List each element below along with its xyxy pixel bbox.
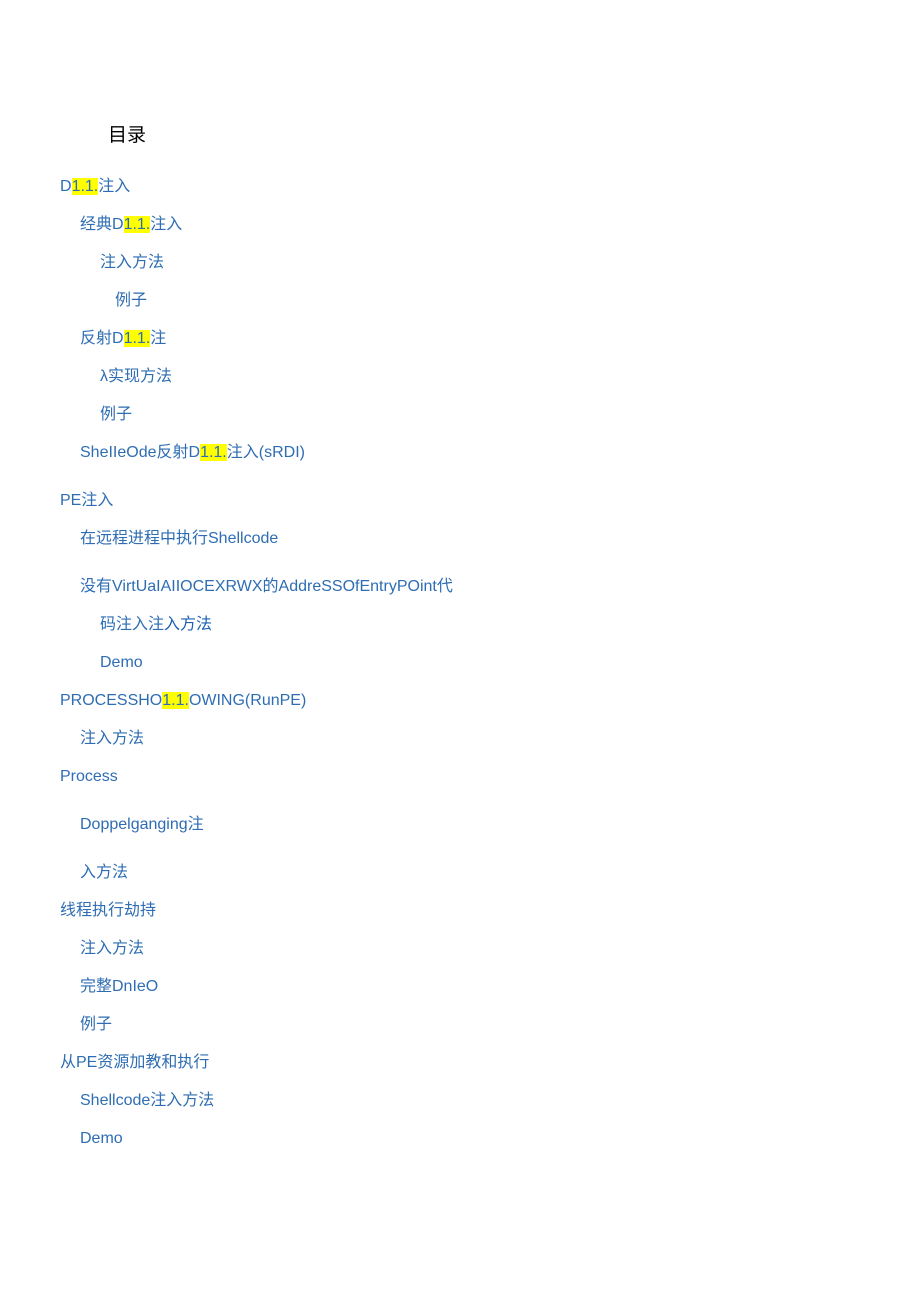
toc-item-demo[interactable]: Demo — [80, 1127, 920, 1151]
toc-item-example[interactable]: 例子 — [115, 289, 920, 313]
highlight-text: 1.1. — [124, 330, 151, 347]
toc-link-text: OWING(RunPE) — [189, 692, 306, 709]
toc-link-text: 注入 — [98, 178, 130, 195]
highlight-text: 1.1. — [200, 444, 227, 461]
toc-link-text: SheIIeOde反射D — [80, 444, 200, 461]
toc-item-complete-demo[interactable]: 完整DnIeO — [80, 975, 920, 999]
toc-link-text: Doppelganging注 — [80, 816, 204, 833]
toc-item-process[interactable]: Process — [60, 765, 920, 789]
toc-link-text: PE注入 — [60, 492, 113, 509]
highlight-text: 1.1. — [72, 178, 99, 195]
toc-link-text: 注 — [150, 330, 166, 347]
toc-link-text: 注入 — [150, 216, 182, 233]
toc-link-text: 线程执行劫持 — [60, 902, 156, 919]
toc-link-text: Process — [60, 768, 118, 785]
toc-item-pe-resource[interactable]: 从PE资源加教和执行 — [60, 1051, 920, 1075]
highlight-text: 1.1. — [162, 692, 189, 709]
toc-title: 目录 — [108, 120, 920, 147]
highlight-text: 1.1. — [124, 216, 151, 233]
toc-link-text: 注入(sRDI) — [227, 444, 305, 461]
toc-link-text: Shellcode注入方法 — [80, 1092, 214, 1109]
toc-link-text: D — [60, 178, 72, 195]
toc-link-text: Demo — [80, 1130, 123, 1147]
toc-item-code-injection[interactable]: 码注入注入方法 — [100, 613, 920, 637]
toc-item-example[interactable]: 例子 — [100, 403, 920, 427]
toc-item-in-method[interactable]: 入方法 — [80, 861, 920, 885]
toc-item-example[interactable]: 例子 — [80, 1013, 920, 1037]
toc-item-dll-injection[interactable]: D1.1.注入 — [60, 175, 920, 199]
toc-item-classic-dll[interactable]: 经典D1.1.注入 — [80, 213, 920, 237]
toc-link-text: PROCESSHO — [60, 692, 162, 709]
toc-item-injection-method[interactable]: 注入方法 — [80, 727, 920, 751]
toc-item-lambda-method[interactable]: λ实现方法 — [100, 365, 920, 389]
toc-item-remote-shellcode[interactable]: 在远程进程中执行Shellcode — [80, 527, 920, 551]
toc-item-pe-injection[interactable]: PE注入 — [60, 489, 920, 513]
toc-item-injection-method[interactable]: 注入方法 — [80, 937, 920, 961]
toc-link-text: λ实现方法 — [100, 368, 172, 385]
toc-link-text: 从PE资源加教和执行 — [60, 1054, 209, 1071]
toc-link-text: 经典D — [80, 216, 124, 233]
toc-item-thread-hijack[interactable]: 线程执行劫持 — [60, 899, 920, 923]
toc-link-text: 完整DnIeO — [80, 978, 158, 995]
toc-item-demo[interactable]: Demo — [100, 651, 920, 675]
toc-link-text: 没有VirtUaIAIIOCEXRWX的AddreSSOfEntryPOint代 — [80, 578, 453, 595]
toc-link-text: 例子 — [80, 1016, 112, 1033]
toc-link-text: 注入方法 — [80, 730, 144, 747]
toc-item-shellcode-reflective[interactable]: SheIIeOde反射D1.1.注入(sRDI) — [80, 441, 920, 465]
toc-link-text: 反射D — [80, 330, 124, 347]
toc-link-text: 码注入注 — [100, 616, 164, 633]
toc-link-text: 注入方法 — [80, 940, 144, 957]
toc-container: 目录 D1.1.注入 经典D1.1.注入 注入方法 例子 反射D1.1.注 λ实… — [0, 0, 920, 1151]
toc-item-doppelganging[interactable]: Doppelganging注 — [80, 813, 920, 837]
toc-item-reflective-dll[interactable]: 反射D1.1.注 — [80, 327, 920, 351]
toc-item-shellcode-method[interactable]: Shellcode注入方法 — [80, 1089, 920, 1113]
toc-item-no-virtual-alloc[interactable]: 没有VirtUaIAIIOCEXRWX的AddreSSOfEntryPOint代 — [80, 575, 920, 599]
toc-link-text: Demo — [100, 654, 143, 671]
toc-link-text: 在远程进程中执行Shellcode — [80, 530, 278, 547]
toc-link-text: 入方法 — [80, 864, 128, 881]
toc-item-process-hollowing[interactable]: PROCESSHO1.1.OWING(RunPE) — [60, 689, 920, 713]
toc-link-text: 入方法 — [164, 616, 212, 633]
toc-link-text: 例子 — [100, 406, 132, 423]
toc-link-text: 注入方法 — [100, 254, 164, 271]
toc-link-text: 例子 — [115, 292, 147, 309]
toc-item-injection-method[interactable]: 注入方法 — [100, 251, 920, 275]
